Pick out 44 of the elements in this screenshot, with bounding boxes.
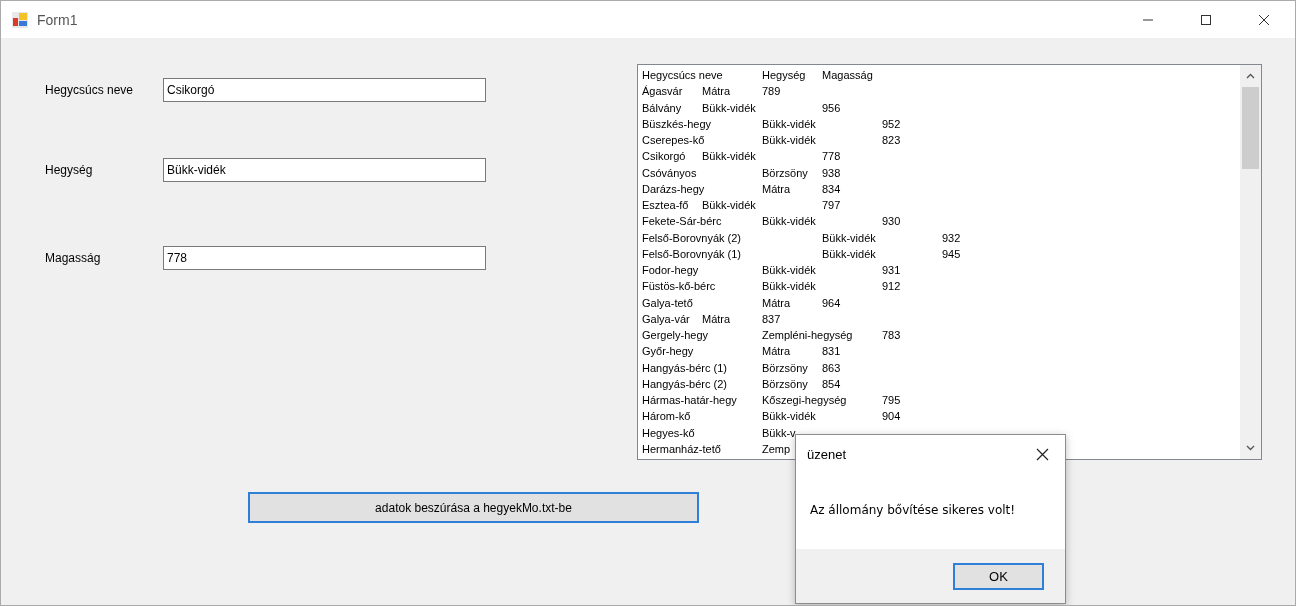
- insert-button[interactable]: adatok beszúrása a hegyekMo.txt-be: [248, 492, 699, 523]
- scroll-up-icon[interactable]: [1246, 73, 1255, 79]
- field-label: Hegység: [45, 163, 94, 177]
- field-label: Magasság: [45, 251, 102, 265]
- list-item[interactable]: Hermanház-tető Zemp: [642, 440, 791, 457]
- list-item[interactable]: Csikorgó Bükk-vidék 778: [642, 148, 841, 165]
- list-item[interactable]: Büszkés-hegy Bükk-vidék 952: [642, 115, 901, 132]
- list-item[interactable]: Felső-Borovnyák (1) Bükk-vidék 945: [642, 245, 961, 262]
- list-item[interactable]: Csóványos Börzsöny 938: [642, 164, 841, 181]
- list-item[interactable]: Bálvány Bükk-vidék 956: [642, 99, 841, 116]
- field-label: Hegycsúcs neve: [45, 83, 135, 97]
- list-item[interactable]: Győr-hegy Mátra 831: [642, 343, 841, 360]
- close-icon[interactable]: [1036, 448, 1049, 461]
- scrollbar[interactable]: [1240, 65, 1261, 459]
- scroll-thumb[interactable]: [1242, 87, 1259, 169]
- list-item[interactable]: Esztea-fő Bükk-vidék 797: [642, 197, 841, 214]
- list-item[interactable]: Hangyás-bérc (2) Börzsöny 854: [642, 375, 841, 392]
- list-item[interactable]: Hangyás-bérc (1) Börzsöny 863: [642, 359, 841, 376]
- list-box[interactable]: [637, 64, 1262, 460]
- input-field[interactable]: Csikorgó: [163, 78, 486, 102]
- dialog-message: Az állomány bővítése sikeres volt!: [810, 503, 1017, 517]
- list-item[interactable]: Ágasvár Mátra 789: [642, 83, 781, 100]
- list-item[interactable]: Gergely-hegy Zempléni-hegység 783: [642, 327, 901, 344]
- list-item[interactable]: Hegyes-kő Bükk-v: [642, 424, 796, 441]
- list-item[interactable]: Fodor-hegy Bükk-vidék 931: [642, 262, 901, 279]
- dialog-title: üzenet: [807, 447, 847, 462]
- list-item[interactable]: Fekete-Sár-bérc Bükk-vidék 930: [642, 213, 901, 230]
- list-item[interactable]: Galya-vár Mátra 837: [642, 310, 781, 327]
- window-title: Form1: [37, 11, 78, 28]
- scroll-down-icon[interactable]: [1246, 445, 1255, 451]
- list-item[interactable]: Galya-tető Mátra 964: [642, 294, 841, 311]
- list-item[interactable]: Füstös-kő-bérc Bükk-vidék 912: [642, 278, 901, 295]
- app-icon: [12, 11, 28, 28]
- list-item[interactable]: Cserepes-kő Bükk-vidék 823: [642, 132, 901, 149]
- list-item[interactable]: Három-kő Bükk-vidék 904: [642, 408, 901, 425]
- maximize-icon[interactable]: [1200, 13, 1212, 26]
- close-icon[interactable]: [1258, 13, 1270, 26]
- list-item[interactable]: Darázs-hegy Mátra 834: [642, 180, 841, 197]
- list-item[interactable]: Hármas-határ-hegy Kőszegi-hegység 795: [642, 392, 901, 409]
- ok-button[interactable]: OK: [953, 562, 1044, 590]
- list-item[interactable]: Hegycsúcs neve Hegység Magasság: [642, 67, 873, 84]
- input-field[interactable]: 778: [163, 246, 486, 270]
- input-field[interactable]: Bükk-vidék: [163, 158, 486, 182]
- list-item[interactable]: Felső-Borovnyák (2) Bükk-vidék 932: [642, 229, 961, 246]
